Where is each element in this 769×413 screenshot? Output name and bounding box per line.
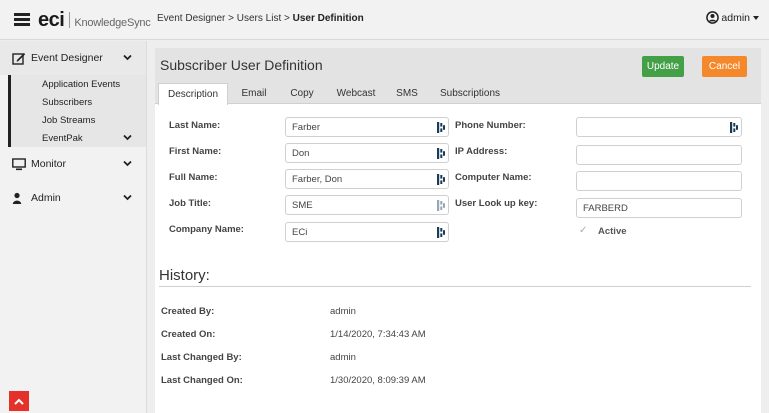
scroll-to-top-button[interactable]	[9, 391, 29, 411]
full-name-field[interactable]: Farber, Don	[285, 169, 449, 189]
created-on-label: Created On:	[161, 329, 216, 340]
sidebar-item-label: Application Events	[42, 78, 121, 90]
last-changed-on-value: 1/30/2020, 8:09:39 AM	[330, 375, 426, 386]
history-divider	[159, 286, 751, 287]
sidebar-group-admin[interactable]: Admin	[0, 181, 146, 215]
sidebar-item-label: Job Streams	[42, 114, 96, 126]
key-icon[interactable]	[437, 122, 445, 133]
hamburger-menu-icon[interactable]	[14, 13, 30, 26]
sidebar-item-label: EventPak	[42, 132, 83, 144]
company-name-label: Company Name:	[169, 224, 244, 235]
created-on-value: 1/14/2020, 7:34:43 AM	[330, 329, 426, 340]
tab-bar: Description Email Copy Webcast SMS Subsc…	[155, 81, 761, 105]
key-icon[interactable]	[437, 227, 445, 238]
job-title-label: Job Title:	[169, 198, 212, 209]
user-lookup-key-value: FARBERD	[583, 203, 628, 214]
created-by-value: admin	[330, 306, 356, 317]
top-bar: eci KnowledgeSync Event Designer > Users…	[0, 0, 769, 40]
computer-name-label: Computer Name:	[455, 172, 532, 183]
sidebar-group-event-designer[interactable]: Event Designer	[0, 41, 146, 75]
breadcrumb-path: Event Designer > Users List >	[157, 13, 293, 24]
first-name-value: Don	[292, 148, 310, 159]
caret-down-icon	[753, 15, 759, 20]
last-name-field[interactable]: Farber	[285, 117, 449, 137]
job-title-value: SME	[292, 200, 313, 211]
created-by-label: Created By:	[161, 306, 215, 317]
logo-product: KnowledgeSync	[74, 17, 151, 29]
update-button[interactable]: Update	[642, 56, 684, 77]
tab-copy[interactable]: Copy	[280, 83, 324, 104]
chevron-up-icon	[14, 398, 24, 405]
breadcrumb-current: User Definition	[292, 13, 364, 24]
last-name-label: Last Name:	[169, 120, 221, 131]
sidebar-group-monitor[interactable]: Monitor	[0, 147, 146, 181]
sidebar-group-label: Event Designer	[31, 52, 103, 64]
first-name-field[interactable]: Don	[285, 143, 449, 163]
ip-address-field[interactable]	[576, 145, 742, 165]
first-name-label: First Name:	[169, 146, 222, 157]
tab-subscriptions[interactable]: Subscriptions	[435, 83, 505, 104]
panel-header: Subscriber User Definition Update Cancel	[155, 48, 761, 83]
user-lookup-key-field[interactable]: FARBERD	[576, 198, 742, 218]
sidebar-item-application-events[interactable]: Application Events	[8, 75, 146, 93]
full-name-value: Farber, Don	[292, 174, 343, 185]
sidebar-item-label: Subscribers	[42, 96, 93, 108]
page-title: Subscriber User Definition	[160, 57, 323, 73]
company-name-field[interactable]: ECi	[285, 222, 449, 242]
phone-number-field[interactable]	[576, 117, 742, 137]
last-changed-by-label: Last Changed By:	[161, 352, 242, 363]
active-label: Active	[598, 226, 627, 237]
phone-number-label: Phone Number:	[455, 120, 526, 131]
tab-email[interactable]: Email	[232, 83, 276, 104]
key-icon[interactable]	[437, 174, 445, 185]
cancel-button[interactable]: Cancel	[702, 56, 747, 77]
sidebar-item-eventpak[interactable]: EventPak	[8, 129, 146, 147]
last-changed-by-value: admin	[330, 352, 356, 363]
chevron-down-icon	[123, 194, 132, 201]
main-panel: Subscriber User Definition Update Cancel…	[155, 48, 761, 413]
ip-address-label: IP Address:	[455, 146, 508, 157]
user-icon	[12, 192, 22, 204]
tab-webcast[interactable]: Webcast	[328, 83, 384, 104]
sidebar-item-subscribers[interactable]: Subscribers	[8, 93, 146, 111]
company-name-value: ECi	[292, 227, 308, 238]
last-name-value: Farber	[292, 122, 320, 133]
sidebar-group-label: Monitor	[31, 158, 67, 170]
logo[interactable]: eci KnowledgeSync	[38, 9, 151, 31]
breadcrumb: Event Designer > Users List > User Defin…	[157, 13, 364, 24]
sidebar: Event Designer Application Events Subscr…	[0, 41, 147, 413]
chevron-down-icon	[123, 134, 132, 141]
logo-divider	[69, 12, 71, 28]
tab-sms[interactable]: SMS	[387, 83, 427, 104]
active-checkbox[interactable]: ✓	[579, 225, 587, 236]
computer-name-field[interactable]	[576, 171, 742, 191]
tab-description[interactable]: Description	[158, 83, 228, 105]
job-title-field[interactable]: SME	[285, 195, 449, 215]
chevron-down-icon	[123, 54, 132, 61]
user-menu[interactable]: admin	[706, 11, 759, 24]
key-icon[interactable]	[730, 122, 738, 133]
user-lookup-key-label: User Look up key:	[455, 198, 538, 209]
sidebar-item-job-streams[interactable]: Job Streams	[8, 111, 146, 129]
key-icon[interactable]	[437, 148, 445, 159]
logo-brand: eci	[38, 9, 65, 31]
user-circle-icon	[706, 11, 720, 24]
history-title: History:	[159, 267, 210, 284]
edit-icon	[12, 52, 26, 65]
last-changed-on-label: Last Changed On:	[161, 375, 243, 386]
key-icon[interactable]	[437, 200, 445, 211]
chevron-down-icon	[123, 160, 132, 167]
user-name: admin	[721, 11, 750, 24]
full-name-label: Full Name:	[169, 172, 218, 183]
monitor-icon	[12, 157, 26, 170]
sidebar-group-label: Admin	[31, 192, 61, 204]
